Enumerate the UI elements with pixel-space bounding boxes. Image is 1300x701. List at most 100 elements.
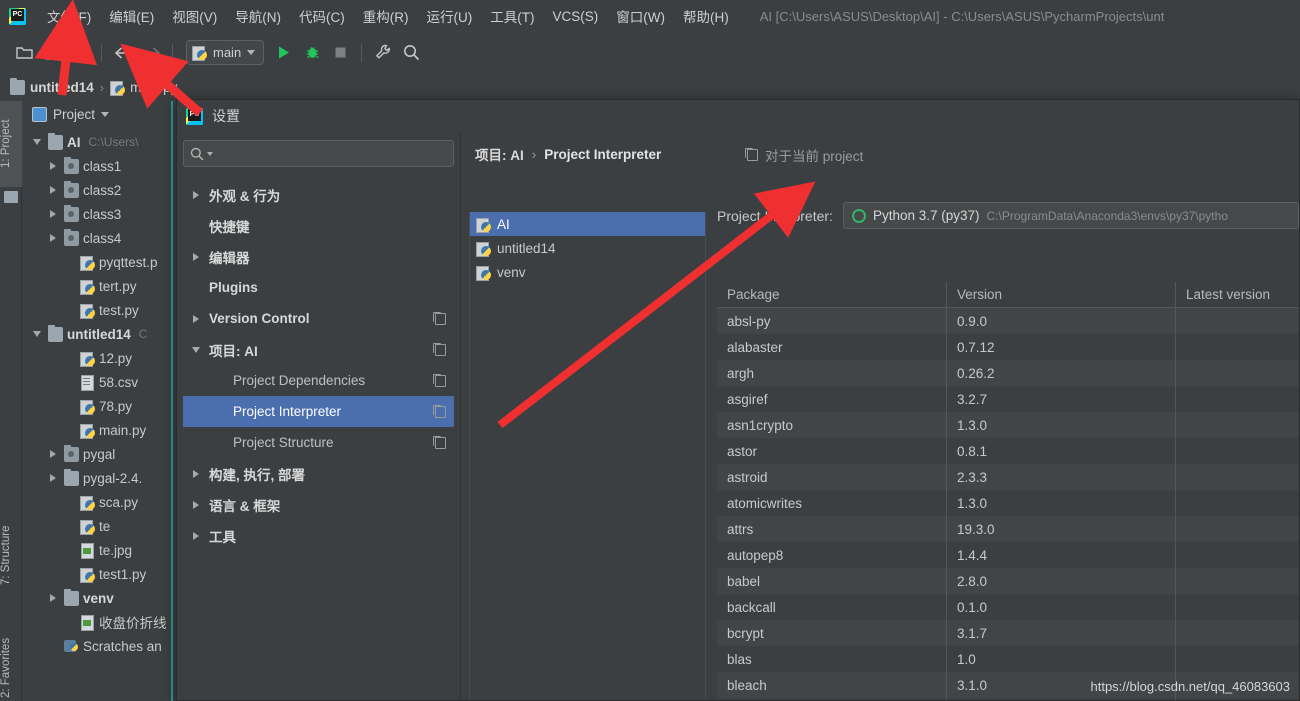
tree-row-label: main.py — [99, 422, 147, 438]
column-header-package[interactable]: Package — [717, 282, 946, 308]
settings-nav-toggle[interactable] — [189, 314, 203, 323]
table-row[interactable]: asgiref 3.2.7 — [717, 386, 1299, 412]
column-header-version[interactable]: Version — [946, 282, 1175, 308]
interpreter-combobox[interactable]: Python 3.7 (py37) C:\ProgramData\Anacond… — [842, 202, 1299, 229]
settings-nav-item-1[interactable]: 快捷键 — [183, 210, 454, 241]
table-row[interactable]: attrs 19.3.0 — [717, 516, 1299, 542]
menu-item-0[interactable]: 文件(F) — [38, 3, 100, 29]
menu-item-4[interactable]: 代码(C) — [290, 3, 354, 29]
table-row[interactable]: ca-certificates2020.1.1 — [717, 698, 1299, 700]
table-row[interactable]: asn1crypto 1.3.0 — [717, 412, 1299, 438]
table-row[interactable]: astor 0.8.1 — [717, 438, 1299, 464]
python-file-icon — [80, 519, 95, 535]
open-folder-icon[interactable] — [10, 40, 38, 66]
settings-search-input[interactable] — [216, 146, 447, 161]
chevron-down-icon[interactable] — [207, 151, 213, 156]
menu-item-10[interactable]: 帮助(H) — [674, 3, 738, 29]
arrow-left-icon[interactable] — [109, 40, 137, 66]
chevron-right-icon[interactable] — [50, 474, 56, 482]
settings-nav-toggle[interactable] — [189, 252, 203, 261]
tree-toggle[interactable] — [30, 139, 44, 145]
table-row[interactable]: babel 2.8.0 — [717, 568, 1299, 594]
tree-toggle[interactable] — [46, 450, 60, 458]
project-list-item-2[interactable]: venv — [470, 260, 705, 284]
table-row[interactable]: atomicwrites 1.3.0 — [717, 490, 1299, 516]
settings-nav-item-9[interactable]: 构建, 执行, 部署 — [183, 458, 454, 489]
refresh-icon[interactable] — [66, 40, 94, 66]
run-play-icon[interactable] — [270, 40, 298, 66]
settings-nav-item-5[interactable]: 项目: AI — [183, 334, 454, 365]
menu-item-9[interactable]: 窗口(W) — [607, 3, 674, 29]
tool-window-strip: 1: Project 7: Structure 2: Favorites — [0, 101, 22, 701]
settings-nav-toggle[interactable] — [189, 500, 203, 509]
table-row[interactable]: blas 1.0 — [717, 646, 1299, 672]
menu-item-2[interactable]: 视图(V) — [163, 3, 226, 29]
project-list-item-1[interactable]: untitled14 — [470, 236, 705, 260]
table-row[interactable]: backcall 0.1.0 — [717, 594, 1299, 620]
settings-nav-item-10[interactable]: 语言 & 框架 — [183, 489, 454, 520]
table-row[interactable]: alabaster 0.7.12 — [717, 334, 1299, 360]
breadcrumb-item-1[interactable]: main.py — [110, 80, 177, 96]
tree-toggle[interactable] — [46, 210, 60, 218]
settings-nav-item-3[interactable]: Plugins — [183, 272, 454, 303]
save-icon[interactable] — [38, 40, 66, 66]
sidebar-item-project[interactable]: 1: Project — [0, 101, 22, 187]
project-panel-title: Project — [53, 107, 96, 122]
search-icon[interactable] — [397, 40, 425, 66]
settings-nav-item-8[interactable]: Project Structure — [183, 427, 454, 458]
chevron-right-icon[interactable] — [50, 450, 56, 458]
tree-toggle[interactable] — [46, 234, 60, 242]
run-configuration-selector[interactable]: main — [186, 40, 265, 65]
tree-row-label: venv — [83, 590, 114, 606]
tree-toggle[interactable] — [46, 186, 60, 194]
settings-nav-toggle[interactable] — [189, 469, 203, 478]
chevron-right-icon[interactable] — [50, 594, 56, 602]
settings-nav-item-4[interactable]: Version Control — [183, 303, 454, 334]
stop-square-icon[interactable] — [326, 40, 354, 66]
table-row[interactable]: absl-py 0.9.0 — [717, 308, 1299, 334]
chevron-down-icon[interactable] — [101, 112, 110, 117]
settings-nav-item-0[interactable]: 外观 & 行为 — [183, 179, 454, 210]
version-cell: 0.8.1 — [946, 438, 1175, 464]
tree-toggle[interactable] — [46, 474, 60, 482]
menu-item-6[interactable]: 运行(U) — [418, 3, 482, 29]
chevron-down-icon[interactable] — [33, 139, 41, 145]
chevron-right-icon[interactable] — [50, 210, 56, 218]
chevron-down-icon[interactable] — [33, 331, 41, 337]
settings-nav-item-6[interactable]: Project Dependencies — [183, 365, 454, 396]
settings-nav-toggle[interactable] — [189, 346, 203, 353]
debug-bug-icon[interactable] — [298, 40, 326, 66]
settings-content-breadcrumb: 项目: AI › Project Interpreter — [475, 144, 1299, 164]
menu-item-1[interactable]: 编辑(E) — [100, 3, 163, 29]
latest-version-cell — [1175, 386, 1299, 412]
settings-nav-toggle[interactable] — [189, 531, 203, 540]
sidebar-item-favorites[interactable]: 2: Favorites — [0, 613, 22, 701]
menu-item-3[interactable]: 导航(N) — [226, 3, 290, 29]
settings-search-box[interactable] — [183, 140, 454, 167]
table-row[interactable]: astroid 2.3.3 — [717, 464, 1299, 490]
settings-nav-item-2[interactable]: 编辑器 — [183, 241, 454, 272]
table-row[interactable]: autopep8 1.4.4 — [717, 542, 1299, 568]
tree-toggle[interactable] — [46, 594, 60, 602]
breadcrumb-item-0[interactable]: untitled14 — [10, 77, 94, 95]
settings-nav-item-11[interactable]: 工具 — [183, 520, 454, 551]
table-row[interactable]: bcrypt 3.1.7 — [717, 620, 1299, 646]
package-name-cell: attrs — [727, 521, 754, 537]
menu-item-5[interactable]: 重构(R) — [354, 3, 418, 29]
menu-item-8[interactable]: VCS(S) — [544, 6, 608, 27]
menu-item-7[interactable]: 工具(T) — [481, 3, 543, 29]
arrow-right-icon[interactable] — [137, 40, 165, 66]
wrench-icon[interactable] — [369, 40, 397, 66]
tree-toggle[interactable] — [46, 162, 60, 170]
project-list-item-0[interactable]: AI — [470, 212, 705, 236]
settings-nav-toggle[interactable] — [189, 190, 203, 199]
sidebar-item-structure[interactable]: 7: Structure — [0, 501, 22, 609]
column-header-latest-version[interactable]: Latest version — [1175, 282, 1299, 308]
settings-nav-item-7[interactable]: Project Interpreter — [183, 396, 454, 427]
chevron-right-icon[interactable] — [50, 162, 56, 170]
table-row[interactable]: argh 0.26.2 — [717, 360, 1299, 386]
tree-toggle[interactable] — [30, 331, 44, 337]
watermark-text: https://blog.csdn.net/qq_46083603 — [1090, 679, 1291, 694]
chevron-right-icon[interactable] — [50, 234, 56, 242]
chevron-right-icon[interactable] — [50, 186, 56, 194]
